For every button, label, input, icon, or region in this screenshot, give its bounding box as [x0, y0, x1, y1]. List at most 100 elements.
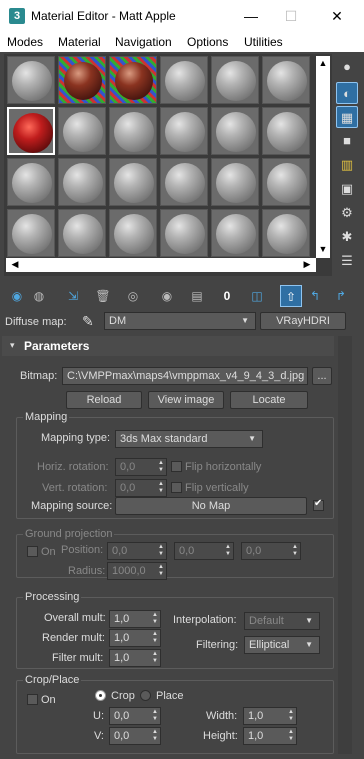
put-to-scene-icon[interactable]: ◍ — [28, 285, 50, 307]
ground-on-checkbox[interactable] — [27, 546, 38, 557]
minimize-button[interactable]: — — [236, 6, 266, 26]
material-sample-slot[interactable] — [7, 107, 55, 155]
material-sample-slot[interactable] — [109, 158, 157, 206]
crop-on-checkbox[interactable] — [27, 694, 38, 705]
go-to-parent-icon[interactable]: ↰ — [304, 285, 326, 307]
ground-position-y[interactable]: 0,0 ▲ ▼ — [174, 542, 234, 560]
crop-v-spinner[interactable]: 0,0 ▲ ▼ — [109, 727, 161, 745]
ground-position-x[interactable]: 0,0 ▲ ▼ — [107, 542, 167, 560]
assign-to-selection-icon[interactable]: ⇲ — [62, 285, 84, 307]
material-sphere-preview — [13, 113, 53, 153]
reset-map-icon[interactable]: 🗑 — [92, 285, 114, 307]
crop-u-spinner[interactable]: 0,0 ▲ ▼ — [109, 707, 161, 725]
overall-mult-spinner[interactable]: 1,0 ▲ ▼ — [109, 610, 161, 628]
material-sample-slot[interactable] — [211, 107, 259, 155]
sample-type-icon[interactable]: ● — [336, 56, 358, 78]
filtering-dropdown[interactable]: Elliptical ▼ — [244, 636, 320, 654]
scroll-right-icon[interactable]: ▶ — [300, 259, 314, 270]
material-sample-slot[interactable] — [7, 158, 55, 206]
material-sample-slot[interactable] — [7, 56, 55, 104]
map-type-button[interactable]: VRayHDRI — [260, 312, 346, 330]
horiz-rotation-spinner[interactable]: 0,0 ▲ ▼ — [115, 458, 167, 476]
save-material-icon[interactable]: ▤ — [186, 285, 208, 307]
material-sample-slot[interactable] — [211, 158, 259, 206]
interpolation-dropdown[interactable]: Default ▼ — [244, 612, 320, 630]
title-bar: 3 Material Editor - Matt Apple — ☐ ✕ — [0, 0, 364, 32]
locate-button[interactable]: Locate — [230, 391, 308, 409]
flip-vertically-checkbox[interactable] — [171, 482, 182, 493]
view-image-button[interactable]: View image — [148, 391, 224, 409]
material-sample-slot[interactable] — [160, 56, 208, 104]
material-sample-slot[interactable] — [58, 209, 106, 257]
menu-modes[interactable]: Modes — [7, 35, 43, 49]
scroll-up-icon[interactable]: ▲ — [316, 58, 330, 68]
sample-slots-horizontal-scrollbar[interactable]: ◀ ▶ — [6, 258, 316, 272]
material-sphere-preview — [114, 214, 154, 254]
mapping-type-dropdown[interactable]: 3ds Max standard ▼ — [115, 430, 263, 448]
material-sphere-preview — [165, 214, 205, 254]
material-id-channel[interactable]: 0 — [216, 285, 238, 307]
reload-button[interactable]: Reload — [66, 391, 142, 409]
make-unique-icon[interactable]: ◎ — [122, 285, 144, 307]
material-sample-slot[interactable] — [211, 56, 259, 104]
show-shaded-material-icon[interactable]: ◫ — [246, 285, 268, 307]
material-sample-slot[interactable] — [109, 107, 157, 155]
material-sample-slot[interactable] — [262, 107, 310, 155]
close-button[interactable]: ✕ — [322, 6, 352, 26]
rollout-scrollbar[interactable] — [338, 336, 352, 754]
map-name-dropdown[interactable]: DM ▼ — [104, 312, 256, 330]
go-forward-sibling-icon[interactable]: ↱ — [330, 285, 352, 307]
menu-options[interactable]: Options — [187, 35, 228, 49]
material-sample-slot[interactable] — [160, 158, 208, 206]
crop-width-spinner[interactable]: 1,0 ▲ ▼ — [243, 707, 297, 725]
menu-material[interactable]: Material — [58, 35, 101, 49]
material-sample-slot[interactable] — [58, 56, 106, 104]
material-sample-slot[interactable] — [109, 56, 157, 104]
scroll-left-icon[interactable]: ◀ — [8, 259, 22, 270]
background-icon[interactable]: ▦ — [336, 106, 358, 128]
get-material-icon[interactable]: ◉ — [6, 285, 28, 307]
menu-navigation[interactable]: Navigation — [115, 35, 172, 49]
material-sample-slot[interactable] — [58, 158, 106, 206]
material-sample-slot[interactable] — [109, 209, 157, 257]
ground-position-z[interactable]: 0,0 ▲ ▼ — [241, 542, 301, 560]
backlight-icon[interactable]: ◐ — [336, 82, 358, 104]
material-sample-slot[interactable] — [160, 107, 208, 155]
material-sample-slot[interactable] — [262, 56, 310, 104]
bitmap-browse-button[interactable]: ... — [312, 367, 332, 385]
crop-height-spinner[interactable]: 1,0 ▲ ▼ — [243, 727, 297, 745]
material-sample-slot[interactable] — [58, 107, 106, 155]
parameters-rollout-header[interactable]: ▾ Parameters — [2, 336, 334, 356]
material-sample-slot[interactable] — [262, 209, 310, 257]
place-radio[interactable] — [140, 690, 151, 701]
put-to-library-icon[interactable]: ◉ — [156, 285, 178, 307]
material-sample-slot[interactable] — [7, 209, 55, 257]
filtering-label: Filtering: — [196, 639, 239, 651]
options-icon[interactable]: ⚙ — [336, 202, 358, 224]
sample-uv-tiling-icon[interactable]: ■ — [336, 130, 358, 152]
ground-radius-spinner[interactable]: 1000,0 ▲ ▼ — [107, 562, 167, 580]
filter-mult-spinner[interactable]: 1,0 ▲ ▼ — [109, 649, 161, 667]
menu-utilities[interactable]: Utilities — [244, 35, 283, 49]
vert-rotation-spinner[interactable]: 0,0 ▲ ▼ — [115, 479, 167, 497]
mapping-source-button[interactable]: No Map — [115, 497, 307, 515]
bitmap-path-field[interactable]: C:\VMPPmax\maps4\vmppmax_v4_9_4_3_d.jpg — [62, 367, 308, 385]
sample-slots-vertical-scrollbar[interactable]: ▲ ▼ — [316, 56, 330, 258]
render-mult-spinner[interactable]: 1,0 ▲ ▼ — [109, 629, 161, 647]
eyedropper-icon[interactable]: ✎ — [82, 313, 94, 330]
mapping-source-checkbox[interactable] — [313, 498, 324, 511]
material-map-navigator-icon[interactable]: ☰ — [336, 250, 358, 272]
vert-rotation-label: Vert. rotation: — [42, 482, 108, 494]
show-end-result-icon[interactable]: ⇧ — [280, 285, 302, 307]
flip-horizontally-checkbox[interactable] — [171, 461, 182, 472]
make-preview-icon[interactable]: ▣ — [336, 178, 358, 200]
crop-radio[interactable] — [95, 690, 106, 701]
material-sample-slot[interactable] — [211, 209, 259, 257]
material-sample-slot[interactable] — [262, 158, 310, 206]
material-sample-slot[interactable] — [160, 209, 208, 257]
video-color-check-icon[interactable]: ▥ — [336, 154, 358, 176]
select-by-material-icon[interactable]: ✱ — [336, 226, 358, 248]
maximize-button[interactable]: ☐ — [276, 6, 306, 26]
scroll-down-icon[interactable]: ▼ — [316, 244, 330, 254]
interpolation-label: Interpolation: — [173, 614, 237, 626]
